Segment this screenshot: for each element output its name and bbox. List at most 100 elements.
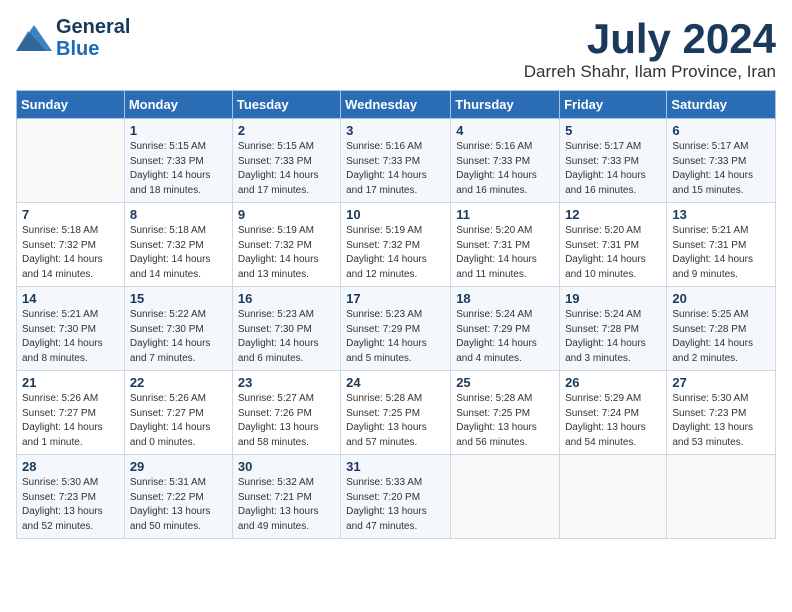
day-number: 3 xyxy=(346,123,445,138)
day-number: 18 xyxy=(456,291,554,306)
day-number: 31 xyxy=(346,459,445,474)
header-thursday: Thursday xyxy=(451,91,560,119)
day-number: 25 xyxy=(456,375,554,390)
week-row-4: 21 Sunrise: 5:26 AM Sunset: 7:27 PM Dayli… xyxy=(17,371,776,455)
day-number: 24 xyxy=(346,375,445,390)
calendar-cell: 13Sunrise: 5:21 AM Sunset: 7:31 PM Dayli… xyxy=(667,203,776,287)
day-number: 8 xyxy=(130,207,227,222)
logo: General Blue xyxy=(16,16,130,60)
day-number: 6 xyxy=(672,123,770,138)
cell-content: Sunrise: 5:23 AM Sunset: 7:29 PM Dayligh… xyxy=(346,308,445,366)
day-number: 20 xyxy=(672,291,770,306)
logo-text-general: General xyxy=(56,16,130,38)
calendar-cell xyxy=(667,455,776,539)
day-number: 10 xyxy=(346,207,445,222)
calendar-cell: 20 Sunrise: 5:25 AM Sunset: 7:28 PM Dayli… xyxy=(667,287,776,371)
cell-content: Sunrise: 5:31 AM Sunset: 7:22 PM Dayligh… xyxy=(130,476,227,534)
day-number: 2 xyxy=(238,123,335,138)
header-monday: Monday xyxy=(124,91,232,119)
cell-content: Sunrise: 5:26 AM Sunset: 7:27 PM Dayligh… xyxy=(22,392,119,450)
calendar-cell: 4 Sunrise: 5:16 AM Sunset: 7:33 PM Daylig… xyxy=(451,119,560,203)
calendar-cell: 17 Sunrise: 5:23 AM Sunset: 7:29 PM Dayli… xyxy=(341,287,451,371)
cell-content: Sunrise: 5:27 AM Sunset: 7:26 PM Dayligh… xyxy=(238,392,335,450)
month-title: July 2024 xyxy=(524,16,776,62)
cell-content: Sunrise: 5:16 AM Sunset: 7:33 PM Dayligh… xyxy=(346,140,445,198)
day-number: 19 xyxy=(565,291,661,306)
header-sunday: Sunday xyxy=(17,91,125,119)
logo-icon xyxy=(16,23,54,53)
day-number: 28 xyxy=(22,459,119,474)
calendar-cell: 31 Sunrise: 5:33 AM Sunset: 7:20 PM Dayli… xyxy=(341,455,451,539)
cell-content: Sunrise: 5:24 AM Sunset: 7:28 PM Dayligh… xyxy=(565,308,661,366)
day-number: 21 xyxy=(22,375,119,390)
calendar-table: Sunday Monday Tuesday Wednesday Thursday… xyxy=(16,90,776,539)
cell-content: Sunrise: 5:29 AM Sunset: 7:24 PM Dayligh… xyxy=(565,392,661,450)
day-number: 15 xyxy=(130,291,227,306)
cell-content: Sunrise: 5:15 AM Sunset: 7:33 PM Dayligh… xyxy=(130,140,227,198)
cell-content: Sunrise: 5:20 AM Sunset: 7:31 PM Dayligh… xyxy=(456,224,554,282)
day-number: 9 xyxy=(238,207,335,222)
cell-content: Sunrise: 5:19 AM Sunset: 7:32 PM Dayligh… xyxy=(238,224,335,282)
cell-content: Sunrise: 5:21 AM Sunset: 7:31 PM Dayligh… xyxy=(672,224,770,282)
day-number: 12 xyxy=(565,207,661,222)
week-row-2: 7 Sunrise: 5:18 AM Sunset: 7:32 PM Daylig… xyxy=(17,203,776,287)
day-number: 30 xyxy=(238,459,335,474)
day-number: 26 xyxy=(565,375,661,390)
day-number: 16 xyxy=(238,291,335,306)
week-row-1: 1 Sunrise: 5:15 AM Sunset: 7:33 PM Daylig… xyxy=(17,119,776,203)
calendar-cell: 5 Sunrise: 5:17 AM Sunset: 7:33 PM Daylig… xyxy=(560,119,667,203)
calendar-cell: 14 Sunrise: 5:21 AM Sunset: 7:30 PM Dayli… xyxy=(17,287,125,371)
day-number: 4 xyxy=(456,123,554,138)
header-friday: Friday xyxy=(560,91,667,119)
day-number: 14 xyxy=(22,291,119,306)
cell-content: Sunrise: 5:17 AM Sunset: 7:33 PM Dayligh… xyxy=(565,140,661,198)
header-wednesday: Wednesday xyxy=(341,91,451,119)
cell-content: Sunrise: 5:15 AM Sunset: 7:33 PM Dayligh… xyxy=(238,140,335,198)
header-saturday: Saturday xyxy=(667,91,776,119)
calendar-header-row: Sunday Monday Tuesday Wednesday Thursday… xyxy=(17,91,776,119)
calendar-cell: 16Sunrise: 5:23 AM Sunset: 7:30 PM Dayli… xyxy=(232,287,340,371)
week-row-5: 28 Sunrise: 5:30 AM Sunset: 7:23 PM Dayli… xyxy=(17,455,776,539)
calendar-cell: 9 Sunrise: 5:19 AM Sunset: 7:32 PM Daylig… xyxy=(232,203,340,287)
day-number: 22 xyxy=(130,375,227,390)
calendar-cell: 29 Sunrise: 5:31 AM Sunset: 7:22 PM Dayli… xyxy=(124,455,232,539)
calendar-cell: 30 Sunrise: 5:32 AM Sunset: 7:21 PM Dayli… xyxy=(232,455,340,539)
day-number: 17 xyxy=(346,291,445,306)
week-row-3: 14 Sunrise: 5:21 AM Sunset: 7:30 PM Dayli… xyxy=(17,287,776,371)
day-number: 11 xyxy=(456,207,554,222)
cell-content: Sunrise: 5:16 AM Sunset: 7:33 PM Dayligh… xyxy=(456,140,554,198)
title-area: July 2024 Darreh Shahr, Ilam Province, I… xyxy=(524,16,776,82)
calendar-cell: 1 Sunrise: 5:15 AM Sunset: 7:33 PM Daylig… xyxy=(124,119,232,203)
cell-content: Sunrise: 5:19 AM Sunset: 7:32 PM Dayligh… xyxy=(346,224,445,282)
calendar-cell: 19 Sunrise: 5:24 AM Sunset: 7:28 PM Dayli… xyxy=(560,287,667,371)
day-number: 5 xyxy=(565,123,661,138)
cell-content: Sunrise: 5:18 AM Sunset: 7:32 PM Dayligh… xyxy=(130,224,227,282)
day-number: 7 xyxy=(22,207,119,222)
header-tuesday: Tuesday xyxy=(232,91,340,119)
day-number: 29 xyxy=(130,459,227,474)
cell-content: Sunrise: 5:18 AM Sunset: 7:32 PM Dayligh… xyxy=(22,224,119,282)
calendar-cell xyxy=(17,119,125,203)
calendar-cell: 22Sunrise: 5:26 AM Sunset: 7:27 PM Dayli… xyxy=(124,371,232,455)
cell-content: Sunrise: 5:21 AM Sunset: 7:30 PM Dayligh… xyxy=(22,308,119,366)
calendar-cell: 15 Sunrise: 5:22 AM Sunset: 7:30 PM Dayli… xyxy=(124,287,232,371)
calendar-cell xyxy=(560,455,667,539)
calendar-cell: 28 Sunrise: 5:30 AM Sunset: 7:23 PM Dayli… xyxy=(17,455,125,539)
cell-content: Sunrise: 5:30 AM Sunset: 7:23 PM Dayligh… xyxy=(22,476,119,534)
calendar-cell: 6Sunrise: 5:17 AM Sunset: 7:33 PM Daylig… xyxy=(667,119,776,203)
calendar-cell: 3 Sunrise: 5:16 AM Sunset: 7:33 PM Daylig… xyxy=(341,119,451,203)
cell-content: Sunrise: 5:28 AM Sunset: 7:25 PM Dayligh… xyxy=(456,392,554,450)
calendar-cell: 11 Sunrise: 5:20 AM Sunset: 7:31 PM Dayli… xyxy=(451,203,560,287)
calendar-cell: 2 Sunrise: 5:15 AM Sunset: 7:33 PM Daylig… xyxy=(232,119,340,203)
calendar-cell: 25 Sunrise: 5:28 AM Sunset: 7:25 PM Dayli… xyxy=(451,371,560,455)
calendar-cell: 23 Sunrise: 5:27 AM Sunset: 7:26 PM Dayli… xyxy=(232,371,340,455)
cell-content: Sunrise: 5:25 AM Sunset: 7:28 PM Dayligh… xyxy=(672,308,770,366)
calendar-cell: 21 Sunrise: 5:26 AM Sunset: 7:27 PM Dayli… xyxy=(17,371,125,455)
cell-content: Sunrise: 5:33 AM Sunset: 7:20 PM Dayligh… xyxy=(346,476,445,534)
cell-content: Sunrise: 5:32 AM Sunset: 7:21 PM Dayligh… xyxy=(238,476,335,534)
day-number: 23 xyxy=(238,375,335,390)
cell-content: Sunrise: 5:22 AM Sunset: 7:30 PM Dayligh… xyxy=(130,308,227,366)
day-number: 1 xyxy=(130,123,227,138)
cell-content: Sunrise: 5:24 AM Sunset: 7:29 PM Dayligh… xyxy=(456,308,554,366)
calendar-cell: 10 Sunrise: 5:19 AM Sunset: 7:32 PM Dayli… xyxy=(341,203,451,287)
